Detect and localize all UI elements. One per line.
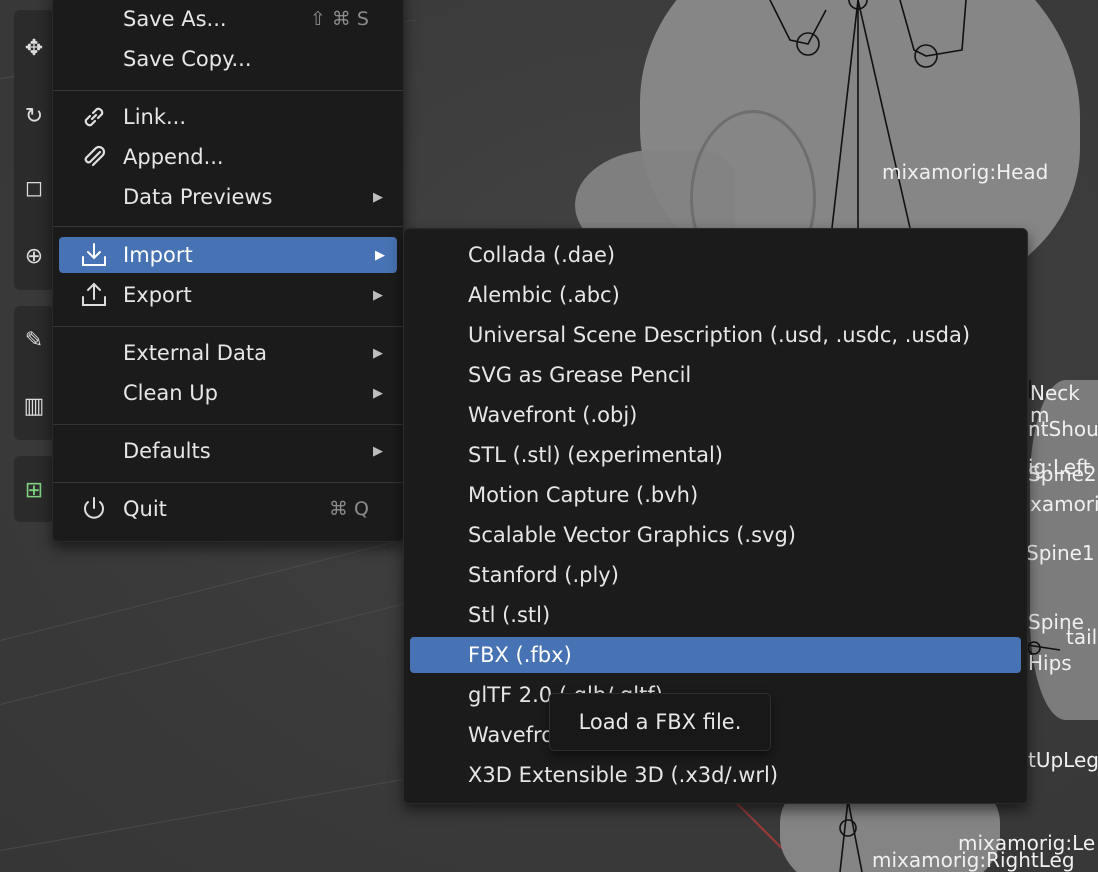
menu-item-label: Stl (.stl)	[468, 603, 551, 627]
bone-label: mixamorig:RightLeg	[872, 848, 1075, 872]
menu-item-export[interactable]: Export ▶	[59, 277, 395, 313]
menu-separator	[53, 424, 403, 425]
menu-item-clean-up[interactable]: Clean Up ▶	[59, 375, 395, 411]
bone-label: xamorig	[1030, 492, 1098, 516]
menu-item-label: Save Copy...	[123, 47, 252, 71]
menu-item-label: Universal Scene Description (.usd, .usdc…	[468, 323, 971, 347]
bone-label: mixamorig:Head	[882, 160, 1049, 184]
bone-label: ntShoul	[1028, 417, 1098, 441]
shortcut-label: ⌘ Q	[329, 498, 369, 520]
paperclip-icon	[79, 142, 109, 172]
menu-item-link[interactable]: Link...	[59, 99, 395, 135]
submenu-arrow-icon: ▶	[373, 189, 383, 205]
menu-item-save-copy[interactable]: Save Copy...	[59, 41, 395, 77]
menu-item-label: Alembic (.abc)	[468, 283, 620, 307]
import-item-x3d[interactable]: X3D Extensible 3D (.x3d/.wrl)	[410, 757, 1021, 793]
menu-item-label: STL (.stl) (experimental)	[468, 443, 723, 467]
menu-item-label: Append...	[123, 145, 224, 169]
menu-item-label: Clean Up	[123, 381, 218, 405]
menu-item-quit[interactable]: Quit ⌘ Q	[59, 491, 395, 527]
menu-item-label: Stanford (.ply)	[468, 563, 619, 587]
submenu-arrow-icon: ▶	[373, 385, 383, 401]
power-icon	[79, 494, 109, 524]
menu-separator	[53, 482, 403, 483]
rotate-tool-icon[interactable]: ↻	[14, 96, 54, 136]
menu-item-label: Scalable Vector Graphics (.svg)	[468, 523, 796, 547]
import-item-ply[interactable]: Stanford (.ply)	[410, 557, 1021, 593]
move-tool-icon[interactable]: ✥	[14, 28, 54, 68]
annotate-tool-icon[interactable]: ✎	[14, 320, 54, 360]
menu-item-label: SVG as Grease Pencil	[468, 363, 692, 387]
menu-item-label: External Data	[123, 341, 267, 365]
bone-label: Neck	[1030, 381, 1080, 405]
import-item-svg-grease-pencil[interactable]: SVG as Grease Pencil	[410, 357, 1021, 393]
import-item-usd[interactable]: Universal Scene Description (.usd, .usdc…	[410, 317, 1021, 353]
import-item-stl-experimental[interactable]: STL (.stl) (experimental)	[410, 437, 1021, 473]
menu-item-label: Data Previews	[123, 185, 273, 209]
transform-tool-icon[interactable]: ⊕	[14, 236, 54, 276]
submenu-arrow-icon: ▶	[373, 443, 383, 459]
menu-item-label: Save As...	[123, 7, 227, 31]
menu-item-import[interactable]: Import ▶	[59, 237, 397, 273]
import-item-bvh[interactable]: Motion Capture (.bvh)	[410, 477, 1021, 513]
measure-tool-icon[interactable]: ▥	[14, 386, 54, 426]
menu-separator	[53, 326, 403, 327]
import-item-stl[interactable]: Stl (.stl)	[410, 597, 1021, 633]
menu-item-label: X3D Extensible 3D (.x3d/.wrl)	[468, 763, 779, 787]
import-item-collada[interactable]: Collada (.dae)	[410, 237, 1021, 273]
menu-item-label: Collada (.dae)	[468, 243, 616, 267]
bone-label: Spine2	[1028, 462, 1097, 486]
menu-item-label: Defaults	[123, 439, 211, 463]
menu-item-label: Quit	[123, 497, 167, 521]
menu-item-save-as[interactable]: Save As... ⇧ ⌘ S	[59, 1, 395, 37]
export-icon	[79, 280, 109, 310]
bone-label: tUpLeg	[1028, 748, 1098, 772]
file-menu: Save As... ⇧ ⌘ S Save Copy... Link... Ap…	[52, 0, 404, 542]
menu-item-append[interactable]: Append...	[59, 139, 395, 175]
scale-tool-icon[interactable]: ◻	[14, 168, 54, 208]
submenu-arrow-icon: ▶	[373, 287, 383, 303]
menu-separator	[53, 226, 403, 227]
add-cube-tool-icon[interactable]: ⊞	[14, 470, 54, 510]
submenu-arrow-icon: ▶	[373, 345, 383, 361]
submenu-arrow-icon: ▶	[375, 247, 385, 263]
menu-item-label: Motion Capture (.bvh)	[468, 483, 699, 507]
menu-item-label: FBX (.fbx)	[468, 643, 572, 667]
link-icon	[79, 102, 109, 132]
import-item-fbx[interactable]: FBX (.fbx)	[410, 637, 1021, 673]
menu-item-label: Export	[123, 283, 192, 307]
import-item-alembic[interactable]: Alembic (.abc)	[410, 277, 1021, 313]
import-item-svg[interactable]: Scalable Vector Graphics (.svg)	[410, 517, 1021, 553]
menu-item-label: Wavefront (.obj)	[468, 403, 638, 427]
menu-item-defaults[interactable]: Defaults ▶	[59, 433, 395, 469]
tooltip: Load a FBX file.	[549, 693, 771, 751]
bone-label: Hips	[1028, 651, 1072, 675]
menu-separator	[53, 90, 403, 91]
menu-item-label: Link...	[123, 105, 187, 129]
menu-item-external-data[interactable]: External Data ▶	[59, 335, 395, 371]
import-item-wavefront-obj[interactable]: Wavefront (.obj)	[410, 397, 1021, 433]
bone-label: Spine1	[1026, 541, 1095, 565]
bone-label: tail	[1066, 625, 1098, 649]
shortcut-label: ⇧ ⌘ S	[309, 8, 369, 30]
menu-item-label: Import	[123, 243, 193, 267]
import-icon	[79, 240, 109, 270]
menu-item-data-previews[interactable]: Data Previews ▶	[59, 179, 395, 215]
